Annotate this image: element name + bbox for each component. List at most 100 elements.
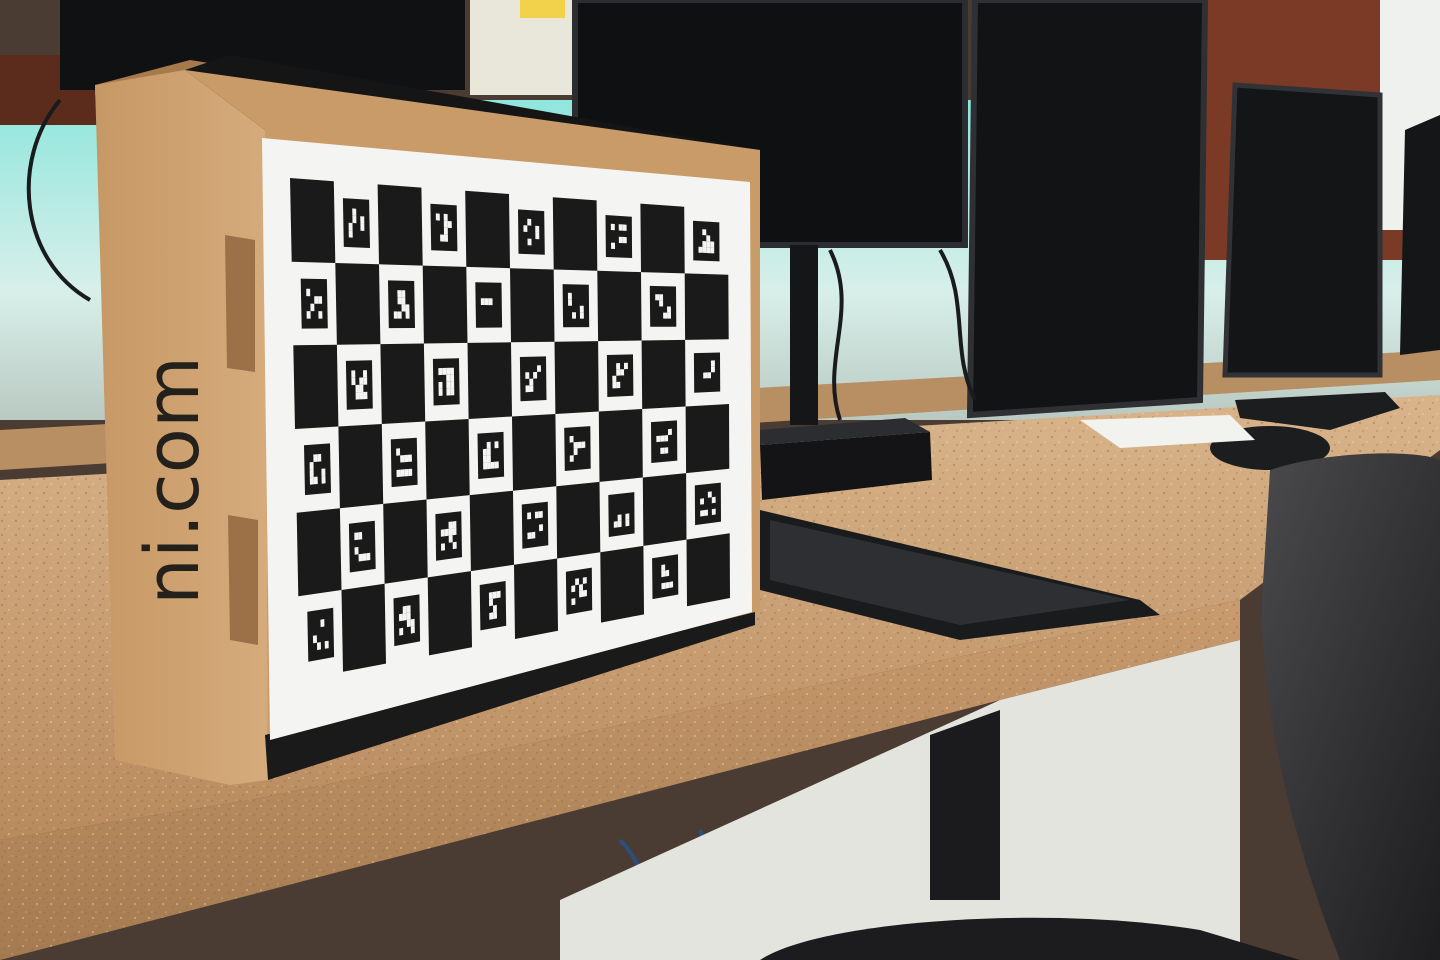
aruco-marker-bit: [534, 511, 539, 519]
aruco-marker-bit: [452, 527, 457, 536]
board-square: [597, 270, 642, 342]
aruco-marker-bit: [402, 605, 407, 614]
aruco-marker-bit: [702, 246, 707, 253]
board-square: [642, 473, 687, 546]
aruco-marker-bit: [348, 222, 353, 231]
aruco-marker: [606, 354, 634, 397]
aruco-marker: [518, 209, 545, 255]
aruco-marker: [390, 437, 418, 488]
aruco-marker-bit: [401, 290, 406, 298]
aruco-marker-bit: [610, 223, 615, 231]
aruco-marker-bit: [446, 381, 451, 389]
aruco-marker-bit: [579, 312, 584, 319]
aruco-marker-bit: [404, 469, 409, 477]
board-square: [465, 190, 510, 269]
aruco-marker-bit: [660, 435, 665, 442]
aruco-marker-bit: [400, 469, 405, 477]
aruco-marker-bit: [710, 241, 715, 248]
aruco-marker-bit: [355, 392, 360, 400]
aruco-marker-bit: [496, 590, 501, 599]
aruco-marker-bit: [448, 528, 453, 536]
aruco-marker-bit: [625, 513, 630, 521]
aruco-marker-bit: [571, 585, 576, 593]
aruco-marker-bit: [538, 511, 543, 518]
aruco-marker: [300, 278, 328, 329]
aruco-marker-bit: [482, 448, 487, 456]
aruco-marker-bit: [665, 582, 670, 589]
aruco-marker-bit: [438, 388, 443, 396]
aruco-marker-bit: [525, 372, 530, 379]
aruco-marker-bit: [408, 468, 413, 477]
aruco-marker-bit: [492, 591, 497, 599]
aruco-marker: [652, 554, 679, 600]
aruco-marker-bit: [620, 369, 625, 376]
aruco-marker: [479, 581, 507, 631]
board-square: [469, 490, 514, 572]
board-square: [422, 265, 468, 344]
aruco-marker-bit: [583, 589, 587, 597]
aruco-marker-bit: [577, 441, 582, 449]
aruco-marker-bit: [613, 521, 618, 528]
aruco-marker-bit: [399, 613, 403, 622]
board-square: [383, 499, 428, 584]
aruco-marker-bit: [488, 592, 493, 600]
aruco-marker-bit: [441, 543, 445, 551]
aruco-marker-bit: [529, 378, 534, 386]
aruco-marker-bit: [399, 627, 404, 636]
aruco-marker-bit: [359, 377, 364, 385]
board-square: [554, 341, 599, 414]
aruco-marker-bit: [452, 521, 457, 529]
aruco-marker-bit: [486, 448, 491, 456]
aruco-marker-bit: [661, 582, 666, 590]
aruco-marker-bit: [489, 612, 494, 620]
board-square: [556, 481, 601, 559]
aruco-marker-bit: [711, 496, 716, 504]
box-brand-text: ni.com: [130, 356, 216, 605]
aruco-marker-bit: [321, 468, 326, 477]
aruco-marker-bit: [397, 311, 402, 319]
aruco-marker-bit: [404, 454, 409, 463]
aruco-marker-bit: [531, 531, 536, 539]
aruco-marker-bit: [573, 442, 578, 449]
aruco-marker-bit: [535, 225, 540, 233]
aruco-marker: [342, 198, 370, 248]
aruco-marker-bit: [446, 388, 451, 396]
aruco-marker-bit: [655, 294, 660, 301]
board-square: [290, 178, 336, 263]
aruco-marker-bit: [529, 385, 534, 392]
aruco-marker-bit: [616, 381, 621, 389]
aruco-marker-bit: [665, 569, 670, 577]
aruco-marker-bit: [616, 369, 621, 376]
aruco-marker-bit: [362, 553, 367, 561]
aruco-marker-bit: [355, 384, 360, 393]
aruco-marker-bit: [313, 454, 318, 462]
aruco-marker-bit: [707, 372, 711, 379]
aruco-marker-bit: [710, 247, 715, 254]
aruco-marker-bit: [446, 367, 451, 375]
aruco-marker: [304, 443, 331, 496]
board-square: [510, 268, 555, 343]
aruco-marker-bit: [711, 508, 716, 515]
aruco-marker-bit: [569, 435, 574, 443]
aruco-marker-bit: [661, 564, 666, 572]
aruco-marker-bit: [452, 541, 457, 550]
board-square: [467, 342, 512, 419]
aruco-marker-bit: [668, 428, 672, 436]
aruco-marker-bit: [359, 392, 364, 400]
aruco-marker-bit: [663, 312, 668, 319]
aruco-marker-bit: [533, 371, 538, 379]
aruco-marker-bit: [483, 455, 487, 463]
aruco-marker-bit: [612, 381, 617, 389]
aruco-marker-bit: [407, 454, 412, 462]
aruco-marker-bit: [306, 288, 311, 297]
aruco-marker-bit: [443, 227, 448, 235]
aruco-marker-bit: [625, 519, 630, 527]
aruco-marker-bit: [393, 311, 398, 319]
aruco-marker-bit: [711, 366, 715, 373]
board-square: [296, 508, 342, 597]
aruco-marker-bit: [667, 312, 671, 319]
aruco-marker: [605, 215, 633, 258]
aruco-marker-bit: [446, 374, 451, 382]
aruco-marker-bit: [318, 296, 323, 304]
aruco-marker-bit: [669, 581, 674, 588]
